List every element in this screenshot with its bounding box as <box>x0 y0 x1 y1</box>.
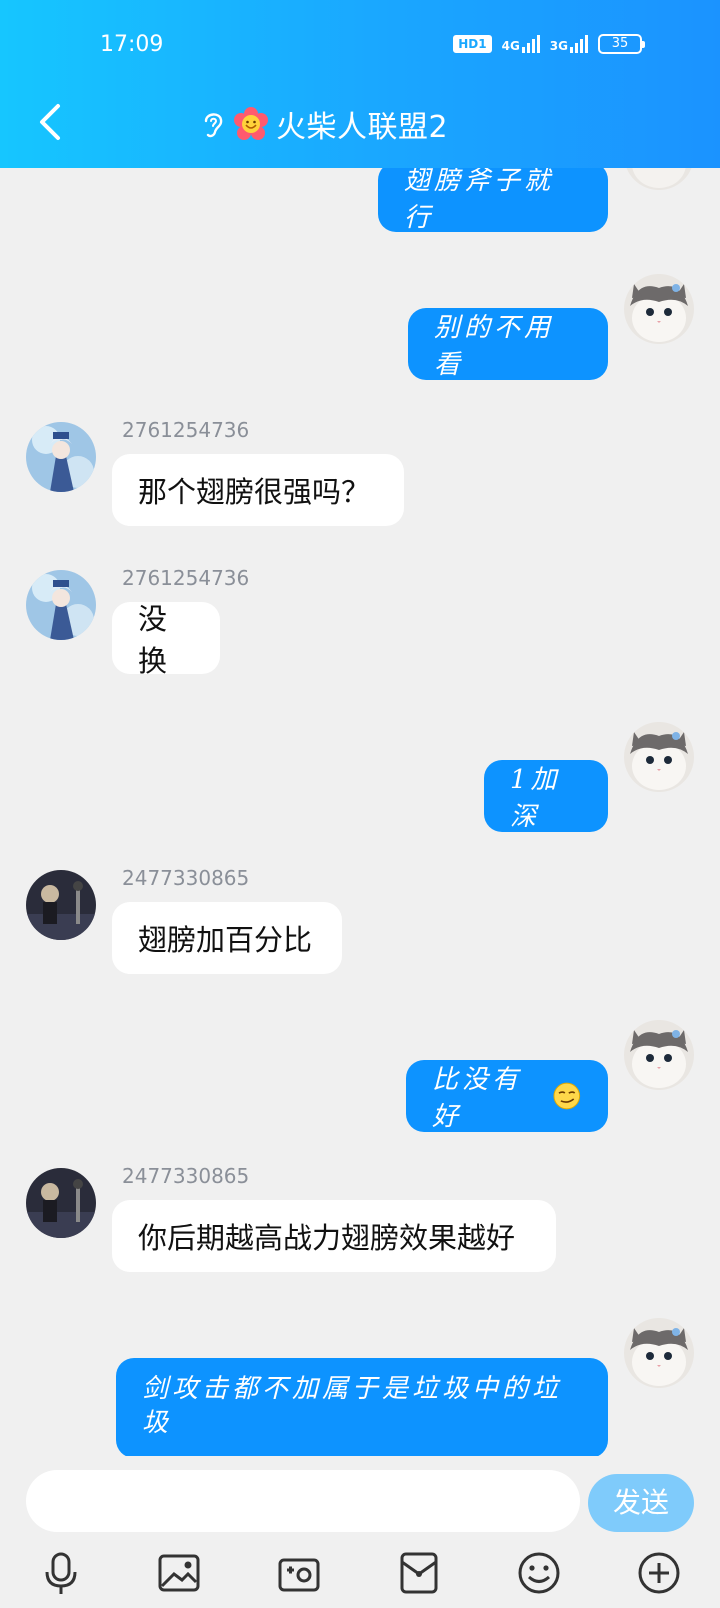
status-time: 17:09 <box>100 32 164 57</box>
signal-3g-icon: 3G <box>550 35 588 53</box>
message-bubble[interactable]: 比没有好 <box>406 1060 608 1132</box>
back-button[interactable] <box>34 100 68 144</box>
signal-4g-icon: 4G <box>502 35 540 53</box>
microphone-icon <box>45 1552 77 1594</box>
chat-header: 17:09 HD1 4G 3G 35 火柴人联盟2 <box>0 0 720 168</box>
emoji-icon <box>518 1552 560 1594</box>
message-list[interactable]: 翅膀斧子就行 2891614768 别的不用看 <box>0 168 720 1456</box>
cat-avatar-icon <box>624 274 694 344</box>
bottom-toolbar <box>0 1538 720 1608</box>
message-bubble[interactable]: 翅膀斧子就行 <box>378 168 608 233</box>
smirk-emoji-icon <box>553 1082 581 1110</box>
more-button[interactable] <box>634 1548 684 1598</box>
camera-button[interactable] <box>274 1548 324 1598</box>
emoji-button[interactable] <box>514 1548 564 1598</box>
sender-id: 2761254736 <box>122 418 250 442</box>
flower-emoji-icon <box>234 107 268 140</box>
message-bubble[interactable]: 你后期越高战力翅膀效果越好 <box>112 1200 556 1272</box>
message-text: 翅膀加百分比 <box>138 923 313 957</box>
microphone-button[interactable] <box>36 1548 86 1598</box>
cat-avatar-icon <box>624 168 694 190</box>
message-text: 剑攻击都不加属于是垃圾中的垃圾 <box>142 1374 563 1438</box>
message-bubble[interactable]: 那个翅膀很强吗？ <box>112 454 404 526</box>
signal-4g-label: 4G <box>501 39 520 53</box>
dark-figure-avatar-icon <box>26 1168 96 1238</box>
message-text: 翅膀斧子就行 <box>404 168 555 233</box>
avatar-cat[interactable] <box>624 1318 694 1388</box>
avatar-dark[interactable] <box>26 1168 96 1238</box>
avatar-cat[interactable] <box>624 722 694 792</box>
avatar-anime[interactable] <box>26 570 96 640</box>
avatar-dark[interactable] <box>26 870 96 940</box>
message-bubble[interactable]: 1加深 <box>484 760 608 832</box>
picture-button[interactable] <box>154 1548 204 1598</box>
sender-id: 2761254736 <box>122 566 250 590</box>
avatar-anime[interactable] <box>26 422 96 492</box>
avatar-cat[interactable] <box>624 168 694 190</box>
red-packet-button[interactable] <box>394 1548 444 1598</box>
message-text: 别的不用看 <box>434 313 555 380</box>
sender-id: 2477330865 <box>122 866 250 890</box>
anime-avatar-icon <box>26 570 96 640</box>
header-title-group[interactable]: 火柴人联盟2 <box>200 102 448 146</box>
avatar-cat[interactable] <box>624 274 694 344</box>
message-input[interactable] <box>26 1470 580 1532</box>
cat-avatar-icon <box>624 1318 694 1388</box>
message-bubble[interactable]: 别的不用看 <box>408 308 608 380</box>
message-bubble[interactable]: 翅膀加百分比 <box>112 902 342 974</box>
chat-title: 火柴人联盟2 <box>276 110 449 145</box>
red-packet-icon <box>400 1552 438 1594</box>
message-text: 1加深 <box>510 765 561 832</box>
avatar-cat[interactable] <box>624 1020 694 1090</box>
sender-id: 2477330865 <box>122 1164 250 1188</box>
signal-3g-label: 3G <box>549 39 568 53</box>
status-icons: HD1 4G 3G 35 <box>453 34 645 54</box>
chevron-left-icon <box>40 104 60 140</box>
anime-avatar-icon <box>26 422 96 492</box>
cat-avatar-icon <box>624 722 694 792</box>
send-button[interactable]: 发送 <box>588 1474 694 1532</box>
message-text: 那个翅膀很强吗？ <box>138 475 371 509</box>
message-text: 你后期越高战力翅膀效果越好 <box>138 1221 516 1255</box>
input-bar: 发送 <box>0 1456 720 1538</box>
message-text: 比没有好 <box>432 1065 523 1132</box>
message-bubble[interactable]: 没换 <box>112 602 220 678</box>
dark-figure-avatar-icon <box>26 870 96 940</box>
ear-icon[interactable] <box>200 109 226 139</box>
picture-icon <box>158 1554 200 1592</box>
camera-icon <box>278 1558 320 1592</box>
plus-icon <box>638 1552 680 1594</box>
battery-icon: 35 <box>598 34 645 54</box>
message-text: 没换 <box>138 602 168 678</box>
cat-avatar-icon <box>624 1020 694 1090</box>
message-bubble[interactable]: 剑攻击都不加属于是垃圾中的垃圾 <box>116 1358 608 1456</box>
hd-badge: HD1 <box>453 35 492 53</box>
